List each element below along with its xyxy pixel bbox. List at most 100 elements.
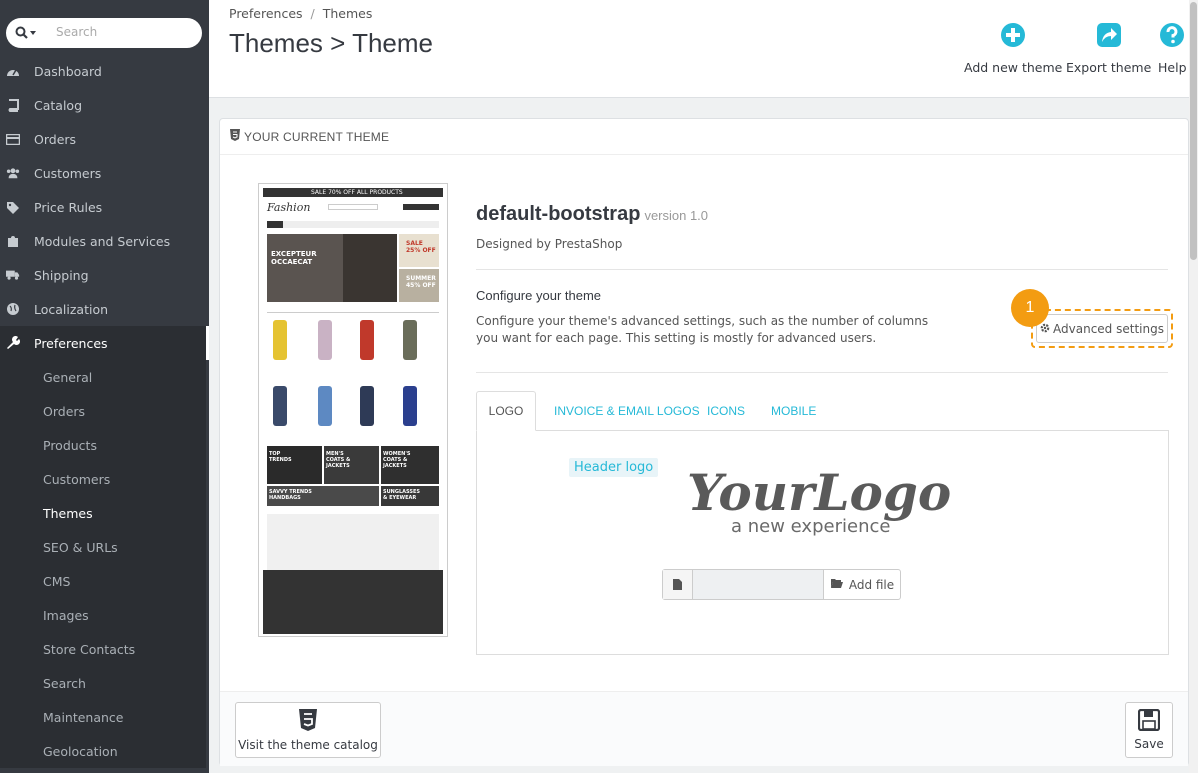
add-file-label: Add file [848,577,895,592]
add-new-theme-label: Add new theme [964,60,1063,75]
tab-invoice-email-logos[interactable]: INVOICE & EMAIL LOGOS [554,391,700,431]
sidebar-item-label: Preferences [34,335,108,351]
theme-version: version 1.0 [644,208,709,223]
save-label: Save [1134,737,1164,751]
sidebar-item-label: Dashboard [34,63,102,79]
help-icon [1160,23,1185,47]
breadcrumb-separator: / [310,6,315,21]
preview-sale-banner: SALE 70% OFF ALL PRODUCTS [311,189,403,196]
panel-heading-label: YOUR CURRENT THEME [244,129,390,144]
advanced-settings-label: Advanced settings [1053,321,1164,336]
sidebar-item-customers[interactable]: Customers [0,156,209,190]
tab-icons[interactable]: ICONS [707,391,745,431]
tags-icon [6,200,20,214]
page-header: Preferences / Themes Themes > Theme Add ne… [209,0,1189,98]
dashboard-icon [6,64,20,78]
divider [476,372,1168,373]
save-button[interactable]: Save [1125,702,1173,758]
preview-shop-name: Fashion [267,201,311,214]
globe-icon [6,302,20,316]
breadcrumb-item[interactable]: Themes [323,6,373,21]
file-name-field[interactable] [693,570,823,599]
truck-icon [6,268,20,282]
page-title: Themes > Theme [229,28,434,58]
preview-promo-1: SALE 25% OFF [406,240,436,254]
sidebar-item-shipping[interactable]: Shipping [0,258,209,292]
search-box[interactable]: Search [6,18,202,48]
logo-sub-text: a new experience [731,516,890,537]
scrollbar-thumb[interactable] [1190,2,1197,260]
scrollbar[interactable] [1189,0,1198,773]
html5-icon [230,129,240,144]
breadcrumb-item[interactable]: Preferences [229,6,303,21]
preview-tile: SUNGLASSES & EYEWEAR [383,489,420,501]
sidebar-item-label: Catalog [34,97,83,113]
submenu-item-maintenance[interactable]: Maintenance [0,700,206,734]
panel-heading: YOUR CURRENT THEME [220,119,1188,155]
sidebar-item-localization[interactable]: Localization [0,292,209,326]
submenu-item-orders[interactable]: Orders [0,394,206,428]
tab-mobile[interactable]: MOBILE [771,391,816,431]
sidebar-item-price-rules[interactable]: Price Rules [0,190,209,224]
advanced-settings-button[interactable]: Advanced settings [1036,314,1168,343]
sidebar-item-modules[interactable]: Modules and Services [0,224,209,258]
export-theme-label: Export theme [1066,60,1152,75]
file-icon [663,570,693,599]
designed-by: Designed by PrestaShop [476,237,623,251]
panel-footer: Visit the theme catalog Save [220,691,1188,766]
export-theme-button[interactable]: Export theme [1066,22,1151,75]
users-icon [6,166,20,180]
submenu-item-geolocation[interactable]: Geolocation [0,734,206,768]
preview-tile: SAVVY TRENDS HANDBAGS [269,489,312,501]
credit-card-icon [6,132,20,146]
save-icon [1137,708,1161,734]
wrench-icon [6,336,20,350]
sidebar-item-preferences[interactable]: Preferences [0,326,209,360]
puzzle-icon [6,234,20,248]
sidebar-item-label: Localization [34,301,109,317]
submenu-item-search[interactable]: Search [0,666,206,700]
submenu-item-customers[interactable]: Customers [0,462,206,496]
sidebar-item-dashboard[interactable]: Dashboard [0,54,209,88]
logo-tabs: LOGO INVOICE & EMAIL LOGOS ICONS MOBILE [476,391,1169,431]
header-logo-image: YourLogo a new experience [687,458,972,542]
submenu-item-store-contacts[interactable]: Store Contacts [0,632,206,666]
sidebar-item-label: Price Rules [34,199,103,215]
breadcrumb: Preferences / Themes [229,6,372,21]
header-logo-label: Header logo [569,458,659,477]
preview-tile: WOMEN'S COATS & JACKETS [383,451,411,469]
sidebar-item-label: Shipping [34,267,89,283]
step-badge: 1 [1011,289,1049,327]
visit-theme-catalog-button[interactable]: Visit the theme catalog [235,702,381,758]
submenu-item-products[interactable]: Products [0,428,206,462]
sidebar-item-orders[interactable]: Orders [0,122,209,156]
submenu-item-themes[interactable]: Themes [0,496,206,530]
sidebar-item-catalog[interactable]: Catalog [0,88,209,122]
help-button[interactable]: Help [1158,22,1187,75]
logo-main-text: YourLogo [687,463,951,522]
logo-file-input[interactable]: Add file [662,569,901,600]
preview-promo-2: SUMMER 45% OFF [406,275,436,289]
logo-tab-content: Header logo YourLogo a new experience Ad… [476,430,1169,655]
submenu-item-seo-urls[interactable]: SEO & URLs [0,530,206,564]
submenu-item-general[interactable]: General [0,360,206,394]
divider [476,269,1168,270]
sidebar-item-label: Modules and Services [34,233,171,249]
add-file-button[interactable]: Add file [823,570,900,599]
tab-logo[interactable]: LOGO [476,391,536,431]
search-input[interactable]: Search [56,25,97,39]
folder-open-icon [830,578,844,592]
gear-icon [1040,322,1050,336]
submenu-item-images[interactable]: Images [0,598,206,632]
configure-description: Configure your theme's advanced settings… [476,314,929,345]
html5-icon [298,708,318,735]
search-icon[interactable] [15,25,43,41]
submenu-item-cms[interactable]: CMS [0,564,206,598]
preview-hero-title: EXCEPTEUR OCCAECAT [271,250,317,266]
theme-name: default-bootstrap version 1.0 [476,203,708,226]
preferences-submenu: General Orders Products Customers Themes… [0,360,206,768]
help-label: Help [1158,60,1187,75]
add-new-theme-button[interactable]: Add new theme [964,22,1062,75]
book-icon [6,98,20,112]
share-icon [1096,23,1121,47]
